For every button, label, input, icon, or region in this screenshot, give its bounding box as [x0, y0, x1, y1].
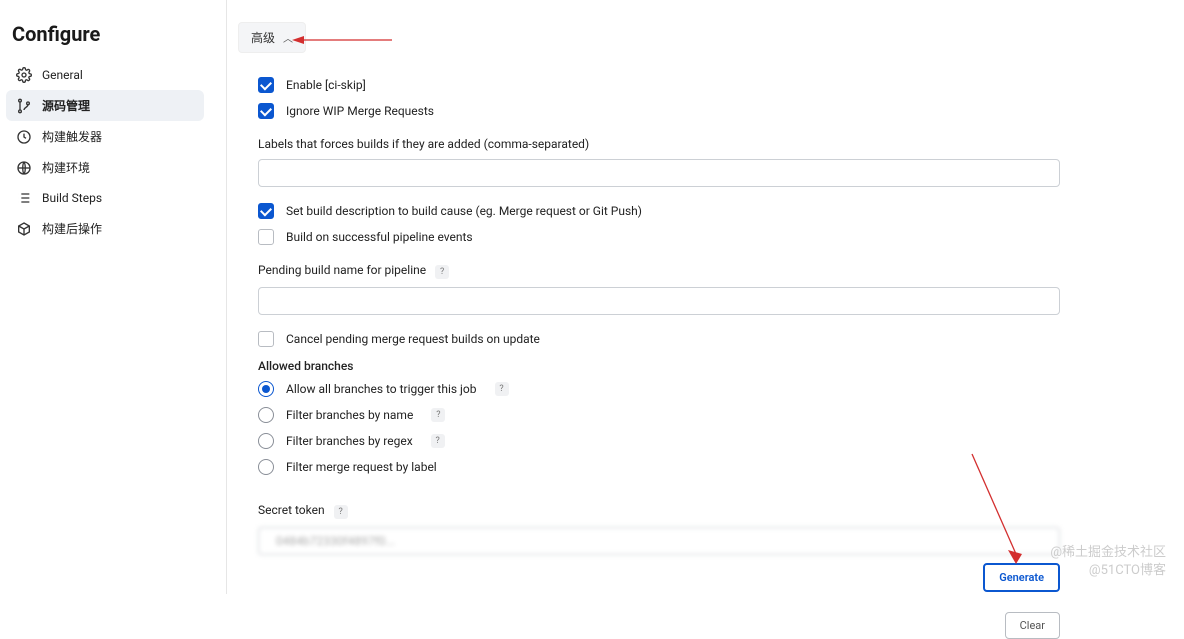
allowed-branches-label: Allowed branches: [258, 359, 1152, 373]
branch-by-mr-label-radio[interactable]: [258, 459, 274, 475]
divider: [226, 0, 227, 594]
row-enable-ci-skip: Enable [ci-skip]: [258, 77, 1152, 93]
main-content: 高级 ︿ Enable [ci-skip] Ignore WIP Merge R…: [238, 22, 1172, 594]
help-icon[interactable]: ?: [431, 434, 445, 448]
branch-by-name-label: Filter branches by name: [286, 408, 413, 422]
watermark: @稀土掘金技术社区 @51CTO博客: [1050, 544, 1166, 580]
row-cancel-pending: Cancel pending merge request builds on u…: [258, 331, 1152, 347]
cancel-pending-checkbox[interactable]: [258, 331, 274, 347]
generate-button[interactable]: Generate: [983, 563, 1060, 592]
row-ignore-wip: Ignore WIP Merge Requests: [258, 103, 1152, 119]
generate-row: Generate: [258, 563, 1060, 592]
set-build-desc-label: Set build description to build cause (eg…: [286, 204, 642, 218]
branch-allow-all-radio[interactable]: [258, 381, 274, 397]
row-branch-allow-all: Allow all branches to trigger this job ?: [258, 381, 1152, 397]
set-build-desc-checkbox[interactable]: [258, 203, 274, 219]
watermark-line2: @51CTO博客: [1050, 562, 1166, 580]
sidebar-item-label: 构建后操作: [42, 220, 102, 237]
labels-force-input[interactable]: [258, 159, 1060, 187]
branch-by-regex-radio[interactable]: [258, 433, 274, 449]
sidebar-item-source-management[interactable]: 源码管理: [6, 90, 204, 121]
secret-token-input[interactable]: [258, 527, 1060, 555]
row-build-on-pipeline: Build on successful pipeline events: [258, 229, 1152, 245]
build-on-pipeline-label: Build on successful pipeline events: [286, 230, 473, 244]
sidebar: General 源码管理 构建触发器 构建环境 Build Steps 构建后操…: [6, 60, 204, 244]
secret-token-label: Secret token: [258, 503, 325, 517]
cancel-pending-label: Cancel pending merge request builds on u…: [286, 332, 540, 346]
ignore-wip-label: Ignore WIP Merge Requests: [286, 104, 434, 118]
enable-ci-skip-checkbox[interactable]: [258, 77, 274, 93]
branch-by-name-radio[interactable]: [258, 407, 274, 423]
watermark-line1: @稀土掘金技术社区: [1050, 544, 1166, 562]
help-icon[interactable]: ?: [495, 382, 509, 396]
annotation-arrow-icon: [964, 446, 1024, 566]
sidebar-item-label: 源码管理: [42, 97, 90, 114]
advanced-form: Enable [ci-skip] Ignore WIP Merge Reques…: [238, 77, 1172, 639]
branch-allow-all-label: Allow all branches to trigger this job: [286, 382, 477, 396]
annotation-arrow-icon: [292, 34, 394, 46]
package-icon: [16, 221, 32, 237]
enable-ci-skip-label: Enable [ci-skip]: [286, 78, 366, 92]
help-icon[interactable]: ?: [431, 408, 445, 422]
ignore-wip-checkbox[interactable]: [258, 103, 274, 119]
sidebar-item-build-env[interactable]: 构建环境: [6, 152, 204, 183]
pending-build-name-label: Pending build name for pipeline: [258, 263, 426, 277]
build-on-pipeline-checkbox[interactable]: [258, 229, 274, 245]
advanced-toggle-label: 高级: [251, 29, 275, 46]
sidebar-item-label: General: [42, 68, 83, 82]
pending-build-name-label-row: Pending build name for pipeline ?: [258, 263, 1152, 279]
branch-by-regex-label: Filter branches by regex: [286, 434, 413, 448]
sidebar-item-label: Build Steps: [42, 191, 102, 205]
gear-icon: [16, 67, 32, 83]
sidebar-item-build-steps[interactable]: Build Steps: [6, 183, 204, 213]
clock-icon: [16, 129, 32, 145]
sidebar-item-general[interactable]: General: [6, 60, 204, 90]
page-title: Configure: [12, 22, 100, 46]
row-set-build-desc: Set build description to build cause (eg…: [258, 203, 1152, 219]
sidebar-item-label: 构建触发器: [42, 128, 102, 145]
branch-by-mr-label-label: Filter merge request by label: [286, 460, 437, 474]
sidebar-item-label: 构建环境: [42, 159, 90, 176]
sidebar-item-post-build[interactable]: 构建后操作: [6, 213, 204, 244]
clear-button[interactable]: Clear: [1005, 612, 1060, 639]
pending-build-name-input[interactable]: [258, 287, 1060, 315]
sidebar-item-build-triggers[interactable]: 构建触发器: [6, 121, 204, 152]
help-icon[interactable]: ?: [435, 265, 449, 279]
globe-icon: [16, 160, 32, 176]
help-icon[interactable]: ?: [334, 505, 348, 519]
row-branch-by-name: Filter branches by name ?: [258, 407, 1152, 423]
clear-row: Clear: [258, 612, 1060, 639]
list-icon: [16, 190, 32, 206]
git-branch-icon: [16, 98, 32, 114]
labels-force-label: Labels that forces builds if they are ad…: [258, 137, 1152, 151]
